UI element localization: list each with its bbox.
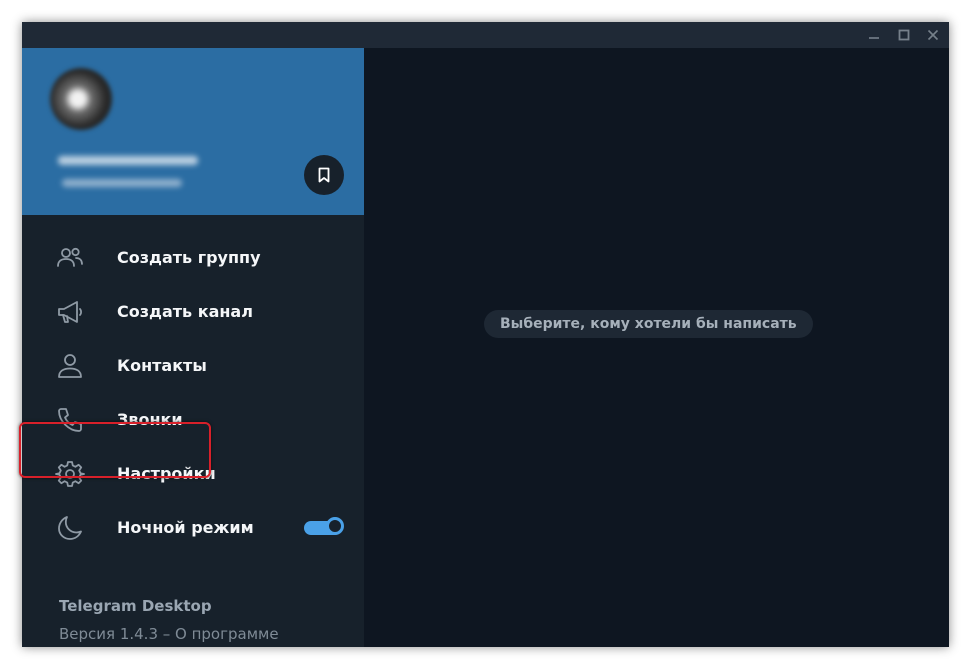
menu-item-create-channel[interactable]: Создать канал <box>22 285 364 339</box>
minimize-button[interactable] <box>863 26 885 44</box>
empty-chat-hint: Выберите, кому хотели бы написать <box>484 310 813 338</box>
menu-item-contacts[interactable]: Контакты <box>22 339 364 393</box>
profile-phone: +• ••• ••• •• •• <box>62 179 182 187</box>
app-name: Telegram Desktop <box>59 597 212 615</box>
profile-header: •••••••••••••••• +• ••• ••• •• •• <box>22 48 364 215</box>
maximize-icon <box>898 29 910 41</box>
gear-icon <box>55 459 85 489</box>
bookmark-icon <box>318 167 330 183</box>
telegram-window: •••••••••••••••• +• ••• ••• •• •• <box>22 22 949 647</box>
chat-area: Выберите, кому хотели бы написать <box>364 48 949 647</box>
about-link[interactable]: О программе <box>175 625 279 643</box>
version-text: Версия 1.4.3 – <box>59 625 176 643</box>
group-icon <box>55 243 85 273</box>
person-icon <box>55 351 85 381</box>
profile-name: •••••••••••••••• <box>58 156 198 165</box>
main-menu-sidebar: •••••••••••••••• +• ••• ••• •• •• <box>22 48 364 647</box>
night-mode-toggle[interactable] <box>304 517 344 535</box>
toggle-knob <box>326 517 344 535</box>
megaphone-icon <box>55 297 85 327</box>
menu-item-label: Создать группу <box>117 248 261 267</box>
menu-item-label: Ночной режим <box>117 518 254 537</box>
close-icon <box>927 29 939 41</box>
menu-item-label: Настройки <box>117 464 216 483</box>
menu-item-calls[interactable]: Звонки <box>22 393 364 447</box>
menu-item-label: Контакты <box>117 356 207 375</box>
menu-item-label: Звонки <box>117 410 183 429</box>
minimize-icon <box>869 37 879 39</box>
moon-icon <box>55 513 85 543</box>
phone-icon <box>55 405 85 435</box>
menu-item-settings[interactable]: Настройки <box>22 447 364 501</box>
menu-item-create-group[interactable]: Создать группу <box>22 231 364 285</box>
menu-item-night-mode[interactable]: Ночной режим <box>22 501 364 555</box>
avatar[interactable] <box>50 68 112 130</box>
saved-messages-button[interactable] <box>304 155 344 195</box>
menu-item-label: Создать канал <box>117 302 253 321</box>
app-version: Версия 1.4.3 – О программе <box>59 625 279 643</box>
close-button[interactable] <box>922 26 944 44</box>
title-bar[interactable] <box>22 22 949 48</box>
maximize-button[interactable] <box>893 26 915 44</box>
